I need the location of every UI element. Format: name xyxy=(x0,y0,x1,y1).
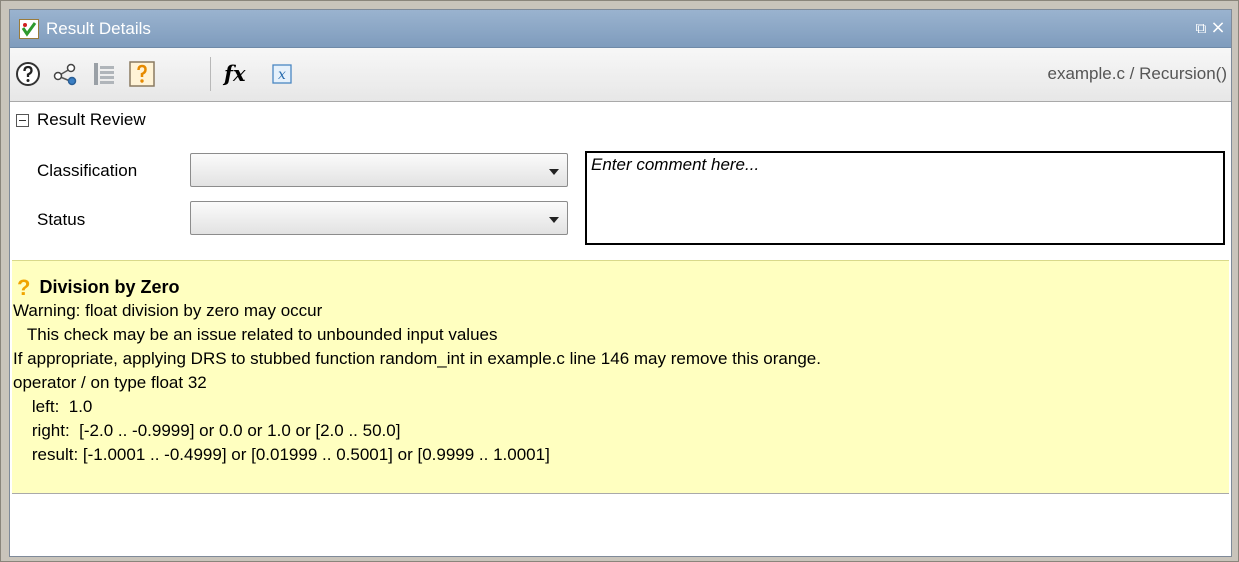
window-title: Result Details xyxy=(46,19,151,38)
function-button[interactable]: fx xyxy=(224,60,258,88)
comment-placeholder: Enter comment here... xyxy=(591,155,760,174)
detail-line: operator / on type float 32 xyxy=(13,373,207,392)
source-code-button[interactable] xyxy=(90,60,118,88)
call-graph-icon xyxy=(53,63,77,86)
comment-field[interactable]: Enter comment here... xyxy=(585,151,1225,245)
check-name: Division by Zero xyxy=(39,277,180,297)
orange-check-button[interactable] xyxy=(128,60,156,88)
classification-dropdown[interactable] xyxy=(190,153,568,187)
result-review-header[interactable]: Result Review xyxy=(16,110,146,130)
toolbar: fx x example.c / Recursion() xyxy=(10,48,1231,102)
status-dropdown[interactable] xyxy=(190,201,568,235)
collapse-icon[interactable] xyxy=(16,113,29,127)
detail-line: This check may be an issue related to un… xyxy=(13,325,498,344)
title-bar[interactable]: Result Details ⧉ × xyxy=(10,10,1231,48)
result-review-label: Result Review xyxy=(37,110,146,129)
variable-icon: x xyxy=(272,64,292,84)
detail-line: Warning: float division by zero may occu… xyxy=(13,301,323,320)
chevron-down-icon xyxy=(549,169,559,175)
close-icon[interactable]: × xyxy=(1210,19,1226,37)
orange-question-icon: ? xyxy=(17,275,31,300)
detail-line: If appropriate, applying DRS to stubbed … xyxy=(13,349,821,368)
detail-line: left: 1.0 xyxy=(13,397,93,416)
detail-line: right: [-2.0 .. -0.9999] or 0.0 or 1.0 o… xyxy=(13,421,401,440)
window-frame: Result Details ⧉ × fx x example.c / Recu… xyxy=(0,0,1239,562)
help-button[interactable] xyxy=(14,60,42,88)
check-title: ? Division by Zero xyxy=(17,273,1229,299)
chevron-down-icon xyxy=(549,217,559,223)
result-detail: ? Division by Zero Warning: float divisi… xyxy=(12,260,1229,494)
function-icon: fx xyxy=(224,61,246,86)
polyspace-check-icon xyxy=(19,19,39,39)
toolbar-separator xyxy=(210,57,211,91)
call-graph-button[interactable] xyxy=(52,60,80,88)
detail-line: result: [-1.0001 .. -0.4999] or [0.01999… xyxy=(13,445,550,464)
location-path: example.c / Recursion() xyxy=(1047,64,1227,83)
classification-label: Classification xyxy=(37,161,138,180)
orange-check-icon xyxy=(129,61,155,87)
svg-text:x: x xyxy=(278,67,286,83)
restore-icon[interactable]: ⧉ xyxy=(1193,20,1209,36)
help-icon xyxy=(16,62,40,86)
status-label: Status xyxy=(37,210,86,229)
source-code-icon xyxy=(94,63,114,85)
variable-button[interactable]: x xyxy=(268,60,296,88)
result-details-pane: Result Details ⧉ × fx x example.c / Recu… xyxy=(9,9,1232,557)
